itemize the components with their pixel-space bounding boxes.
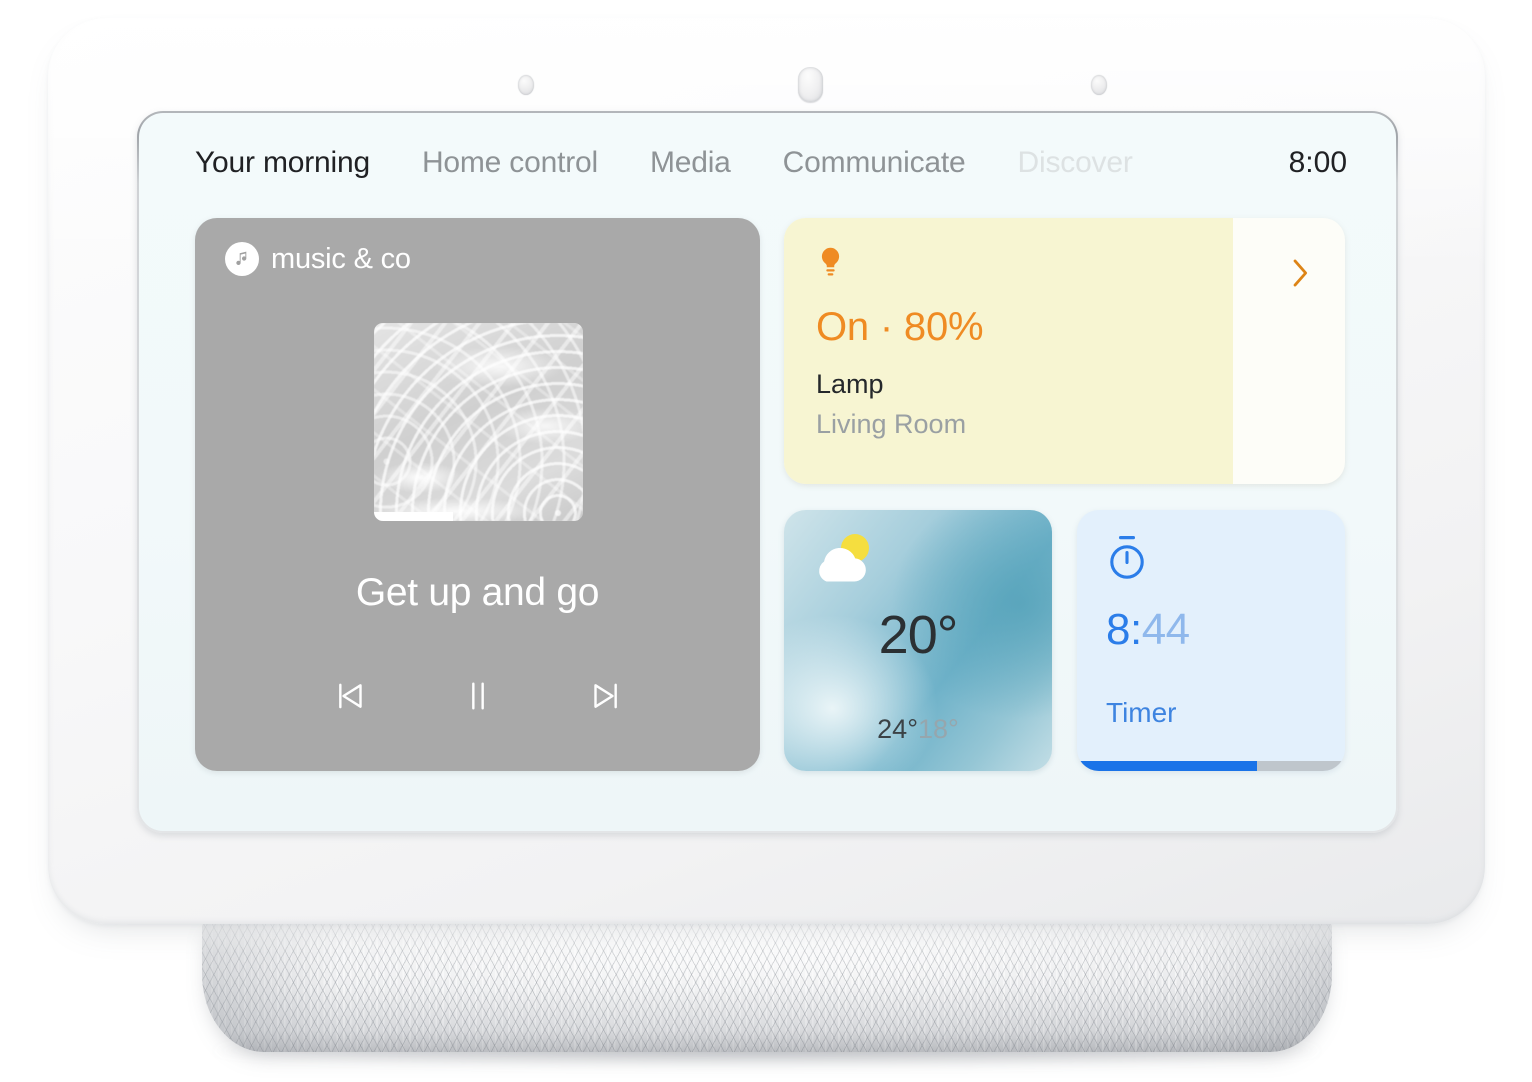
album-art	[374, 323, 583, 521]
fabric-speaker-base	[202, 918, 1332, 1052]
weather-card[interactable]: 20° 24°18°	[784, 510, 1052, 771]
card-grid: music & co Get up and go On · 80% Lamp L…	[195, 218, 1345, 778]
lamp-room-name: Living Room	[816, 409, 967, 439]
lightbulb-icon	[816, 246, 1315, 287]
weather-temperature: 20°	[878, 605, 959, 665]
timer-value: 8:44	[1106, 608, 1190, 652]
display-screen: Your morning Home control Media Communic…	[139, 113, 1396, 831]
media-provider: music & co	[225, 242, 411, 276]
media-controls	[195, 673, 760, 719]
weather-high-low: 24°18°	[784, 716, 1052, 743]
timer-elapsed: 8:	[1106, 605, 1142, 654]
tab-bar: Your morning Home control Media Communic…	[139, 113, 1396, 213]
skip-next-icon[interactable]	[583, 673, 629, 719]
proximity-sensor-left-icon	[518, 75, 534, 95]
weather-low: 18°	[918, 714, 959, 744]
tab-communicate[interactable]: Communicate	[783, 148, 966, 178]
timer-progress-track	[1077, 761, 1345, 771]
tab-home-control[interactable]: Home control	[422, 148, 598, 178]
timer-card[interactable]: 8:44 Timer	[1077, 510, 1345, 771]
media-provider-name: music & co	[271, 242, 411, 275]
weather-high: 24°	[877, 714, 918, 744]
media-player-card[interactable]: music & co Get up and go	[195, 218, 760, 771]
lamp-control-card[interactable]: On · 80% Lamp Living Room	[784, 218, 1345, 484]
timer-remaining: 44	[1141, 605, 1190, 654]
album-art-image	[374, 323, 583, 521]
tab-discover[interactable]: Discover	[1018, 148, 1133, 178]
track-progress-track[interactable]	[374, 512, 583, 521]
track-title: Get up and go	[355, 571, 600, 614]
timer-icon	[1104, 534, 1150, 589]
tab-your-morning[interactable]: Your morning	[195, 148, 370, 178]
timer-progress-fill	[1077, 761, 1257, 771]
music-note-icon	[225, 242, 259, 276]
proximity-sensor-right-icon	[1091, 75, 1107, 95]
microphone-switch[interactable]	[798, 67, 823, 102]
partly-cloudy-icon	[806, 530, 882, 593]
status-clock: 8:00	[1288, 146, 1347, 179]
lamp-status: On · 80%	[816, 305, 984, 349]
skip-previous-icon[interactable]	[327, 673, 373, 719]
timer-label: Timer	[1106, 697, 1177, 728]
lamp-device-name: Lamp	[816, 369, 884, 399]
pause-icon[interactable]	[455, 673, 501, 719]
chevron-right-icon[interactable]	[1287, 256, 1313, 295]
track-progress-fill	[374, 512, 454, 521]
smart-display-device: Your morning Home control Media Communic…	[0, 0, 1532, 1082]
tab-media[interactable]: Media	[650, 148, 731, 178]
lamp-card-content: On · 80% Lamp Living Room	[784, 218, 1345, 484]
